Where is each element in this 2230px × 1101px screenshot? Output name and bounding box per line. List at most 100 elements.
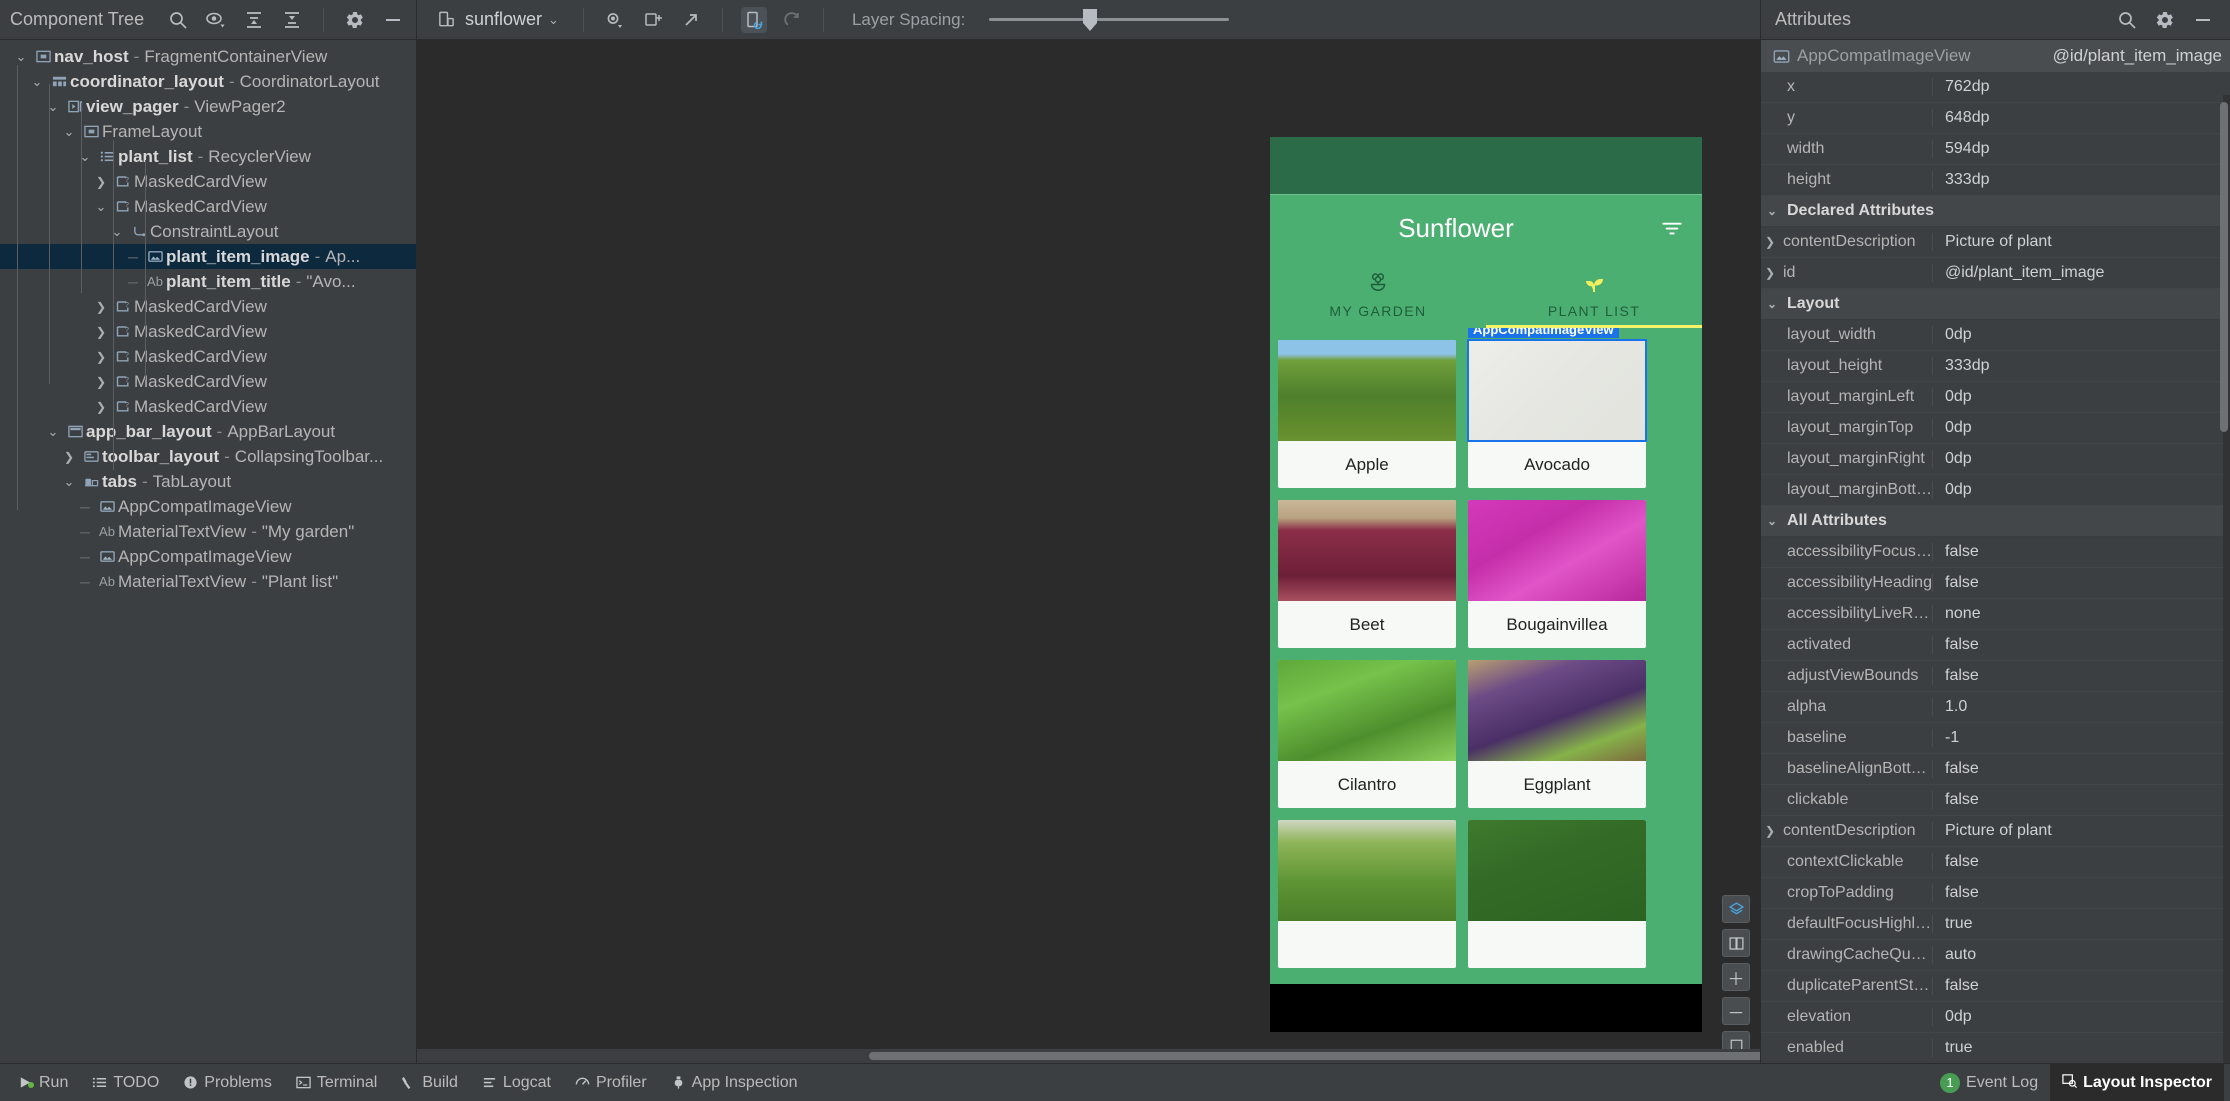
plant-card-image[interactable] (1278, 820, 1456, 921)
chevron-down-icon[interactable]: ⌄ (42, 425, 64, 438)
attribute-value[interactable]: 0dp (1933, 1008, 2230, 1026)
compare-icon[interactable] (1722, 929, 1750, 957)
attribute-value[interactable]: auto (1933, 946, 2230, 964)
attribute-row-clickable[interactable]: clickable false (1761, 785, 2230, 816)
plant-card-image[interactable] (1278, 660, 1456, 761)
minimize-icon[interactable] (380, 7, 406, 33)
phone-content[interactable]: Apple AppCompatImageView Avocado Beet Bougai… (1270, 328, 1702, 1032)
attribute-row-contextClickable[interactable]: contextClickable false (1761, 847, 2230, 878)
attribute-value[interactable]: 762dp (1933, 78, 2230, 96)
attributes-list[interactable]: x 762dp y 648dp width 594dp height 333dp ⌄ Declar… (1761, 72, 2230, 1063)
attribute-value[interactable]: false (1933, 636, 2230, 654)
status-bar-item-todo[interactable]: TODO (80, 1064, 171, 1101)
chevron-down-icon[interactable]: ⌄ (74, 150, 96, 163)
tree-node-maskedcardview[interactable]: ❯? MaskedCardView (0, 369, 416, 394)
attribute-row-drawingCacheQuality[interactable]: drawingCacheQuality auto (1761, 940, 2230, 971)
plant-card-image[interactable] (1467, 339, 1647, 442)
chevron-down-icon[interactable]: ⌄ (26, 75, 48, 88)
tree-node-coordinator-layout[interactable]: ⌄ coordinator_layout - CoordinatorLayout (0, 69, 416, 94)
eye-dropdown-icon[interactable] (203, 7, 229, 33)
chevron-right-icon[interactable]: ❯ (90, 301, 112, 313)
attribute-row-accessibilityFocused[interactable]: accessibilityFocused false (1761, 537, 2230, 568)
layers-icon[interactable] (1722, 895, 1750, 923)
attribute-row-x[interactable]: x 762dp (1761, 72, 2230, 103)
search-icon[interactable] (165, 7, 191, 33)
attribute-value[interactable]: 594dp (1933, 140, 2230, 158)
status-bar-item-profiler[interactable]: Profiler (563, 1064, 659, 1101)
attribute-value[interactable]: false (1933, 574, 2230, 592)
attribute-row-contentDescription[interactable]: ❯ contentDescription Picture of plant (1761, 816, 2230, 847)
tree-node-view-pager[interactable]: ⌄ view_pager - ViewPager2 (0, 94, 416, 119)
status-bar-item-build[interactable]: Build (389, 1064, 470, 1101)
refresh-icon[interactable] (779, 7, 805, 33)
attribute-value[interactable]: 0dp (1933, 388, 2230, 406)
chevron-down-icon[interactable]: ⌄ (90, 200, 112, 213)
chevron-down-icon[interactable]: ⌄ (58, 475, 80, 488)
attribute-value[interactable]: true (1933, 1039, 2230, 1057)
tree-node-constraintlayout[interactable]: ⌄ ConstraintLayout (0, 219, 416, 244)
attribute-value[interactable]: @id/plant_item_image (1933, 264, 2230, 282)
tree-node-maskedcardview[interactable]: ❯? MaskedCardView (0, 169, 416, 194)
tree-node-materialtextview[interactable]: ─ Ab MaterialTextView - "My garden" (0, 519, 416, 544)
plant-card-image[interactable] (1468, 500, 1646, 601)
filter-icon[interactable] (1642, 215, 1702, 241)
tree-node-plant-item-title[interactable]: ─ Ab plant_item_title - "Avo... (0, 269, 416, 294)
attribute-value[interactable]: none (1933, 605, 2230, 623)
zoom-out-icon[interactable]: － (1722, 997, 1750, 1025)
attribute-row-duplicateParentState[interactable]: duplicateParentState false (1761, 971, 2230, 1002)
slider-thumb[interactable] (1082, 8, 1098, 32)
chevron-right-icon[interactable]: ❯ (90, 351, 112, 363)
canvas-tool-strip[interactable]: ＋ － (1722, 895, 1750, 1059)
chevron-down-icon[interactable]: ⌄ (106, 225, 128, 238)
attribute-value[interactable]: -1 (1933, 729, 2230, 747)
tree-node-tabs[interactable]: ⌄ tabs - TabLayout (0, 469, 416, 494)
attribute-value[interactable]: 0dp (1933, 450, 2230, 468)
attribute-section-header[interactable]: ⌄ All Attributes (1761, 506, 2230, 537)
attribute-row-baselineAlignBottom[interactable]: baselineAlignBottom false (1761, 754, 2230, 785)
plant-card[interactable]: Beet (1278, 500, 1456, 648)
minimize-icon[interactable] (2190, 7, 2216, 33)
attribute-value[interactable]: 648dp (1933, 109, 2230, 127)
chevron-right-icon[interactable]: ❯ (90, 176, 112, 188)
plant-card[interactable]: Eggplant (1468, 660, 1646, 808)
attribute-value[interactable]: 0dp (1933, 419, 2230, 437)
attributes-scrollbar-thumb[interactable] (2220, 102, 2228, 432)
plant-card-image[interactable] (1278, 340, 1456, 441)
tree-node-maskedcardview[interactable]: ⌄? MaskedCardView (0, 194, 416, 219)
tree-node-maskedcardview[interactable]: ❯? MaskedCardView (0, 394, 416, 419)
plant-card[interactable]: Apple (1278, 340, 1456, 488)
attribute-value[interactable]: Picture of plant (1933, 233, 2230, 251)
attribute-value[interactable]: 1.0 (1933, 698, 2230, 716)
tree-node-appcompatimageview[interactable]: ─ AppCompatImageView (0, 544, 416, 569)
phone-tab-my-garden[interactable]: MY GARDEN (1270, 261, 1486, 328)
tree-node-toolbar-layout[interactable]: ❯ toolbar_layout - CollapsingToolbar... (0, 444, 416, 469)
chevron-down-icon[interactable]: ⌄ (42, 100, 64, 113)
phone-tab-bar[interactable]: MY GARDEN PLANT LIST (1270, 261, 1702, 328)
expand-all-icon[interactable] (241, 7, 267, 33)
tree-node-maskedcardview[interactable]: ❯? MaskedCardView (0, 319, 416, 344)
attribute-row-activated[interactable]: activated false (1761, 630, 2230, 661)
attribute-section-header[interactable]: ⌄ Layout (1761, 289, 2230, 320)
component-tree-list[interactable]: ⌄ nav_host - FragmentContainerView ⌄ coordina… (0, 40, 416, 1063)
zoom-in-icon[interactable]: ＋ (1722, 963, 1750, 991)
attribute-value[interactable]: false (1933, 667, 2230, 685)
chevron-right-icon[interactable]: ❯ (90, 326, 112, 338)
attribute-row-layout-marginBottom[interactable]: layout_marginBottom 0dp (1761, 475, 2230, 506)
tree-node-materialtextview[interactable]: ─ Ab MaterialTextView - "Plant list" (0, 569, 416, 594)
chevron-down-icon[interactable]: ⌄ (58, 125, 80, 138)
status-bar-item-problems[interactable]: Problems (171, 1064, 284, 1101)
chevron-down-icon[interactable]: ⌄ (1767, 297, 1781, 311)
attribute-row-contentDescription[interactable]: ❯ contentDescription Picture of plant (1761, 227, 2230, 258)
attribute-row-adjustViewBounds[interactable]: adjustViewBounds false (1761, 661, 2230, 692)
attribute-value[interactable]: false (1933, 791, 2230, 809)
plant-card-image[interactable] (1468, 820, 1646, 921)
plant-card[interactable] (1278, 820, 1456, 968)
search-icon[interactable] (2114, 7, 2140, 33)
export-icon[interactable] (678, 7, 704, 33)
attribute-row-elevation[interactable]: elevation 0dp (1761, 1002, 2230, 1033)
attribute-row-alpha[interactable]: alpha 1.0 (1761, 692, 2230, 723)
plant-card-grid[interactable]: Apple AppCompatImageView Avocado Beet Bougai… (1278, 328, 1694, 968)
attribute-value[interactable]: 0dp (1933, 326, 2230, 344)
attribute-row-y[interactable]: y 648dp (1761, 103, 2230, 134)
attribute-row-layout-marginTop[interactable]: layout_marginTop 0dp (1761, 413, 2230, 444)
